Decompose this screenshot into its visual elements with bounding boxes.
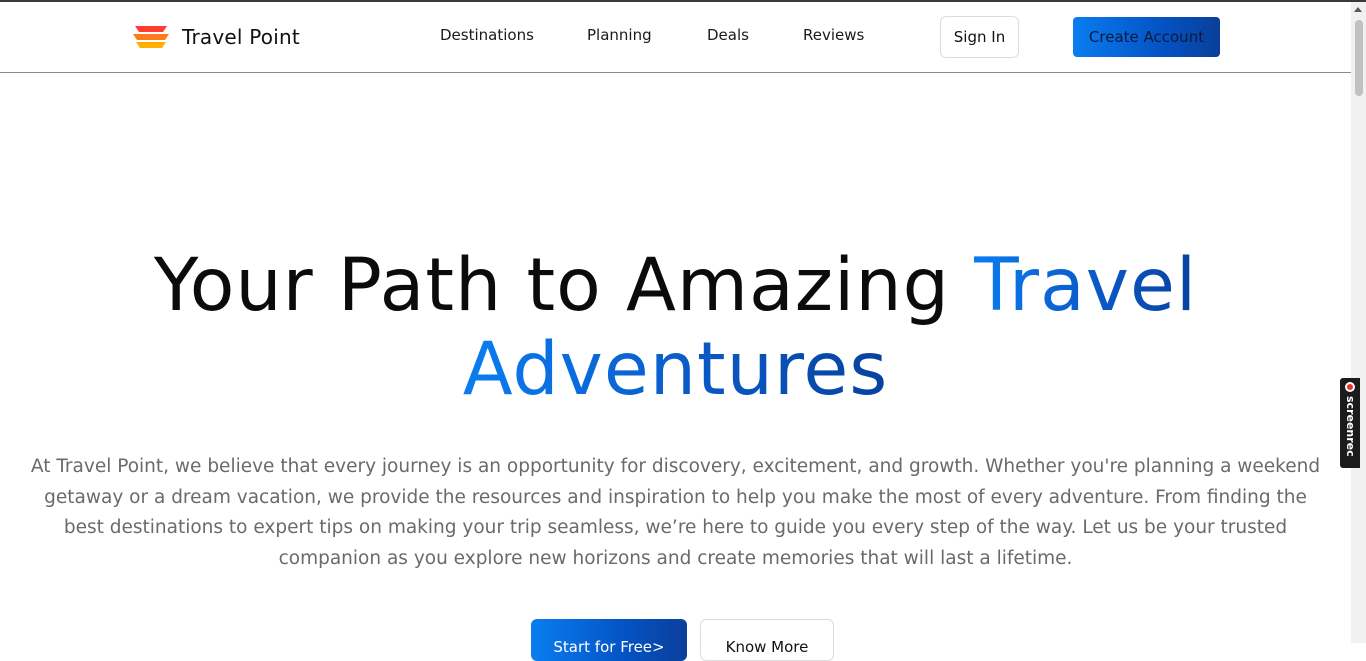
nav-link-deals[interactable]: Deals [707,26,749,44]
page-scrollbar[interactable] [1351,2,1366,643]
scroll-thumb[interactable] [1355,20,1363,96]
screen-recorder-badge[interactable]: screenrec [1340,378,1360,468]
nav-link-reviews[interactable]: Reviews [803,26,864,44]
hero-description: At Travel Point, we believe that every j… [30,456,1321,569]
hero-title-accent-travel: Travel [974,243,1198,328]
brand-name: Travel Point [182,25,300,49]
screen-recorder-label: screenrec [1344,396,1357,457]
nav-link-destinations[interactable]: Destinations [440,26,534,44]
scroll-up-arrow-icon[interactable] [1354,7,1362,12]
create-account-button[interactable]: Create Account [1073,17,1220,57]
record-dot-icon [1345,382,1355,392]
nav-link-planning[interactable]: Planning [587,26,652,44]
sign-in-button[interactable]: Sign In [940,16,1019,58]
logo-icon [133,26,169,48]
hero-title-text: Your Path to Amazing [153,243,975,328]
know-more-button[interactable]: Know More [700,619,834,661]
brand-logo-link[interactable]: Travel Point [132,22,300,52]
hero-title-accent-adventures: Adventures [462,327,889,412]
hero-title: Your Path to Amazing Travel Adventures [0,244,1351,412]
navbar: Travel Point Destinations Planning Deals… [0,2,1351,73]
start-for-free-button[interactable]: Start for Free> [531,619,687,661]
